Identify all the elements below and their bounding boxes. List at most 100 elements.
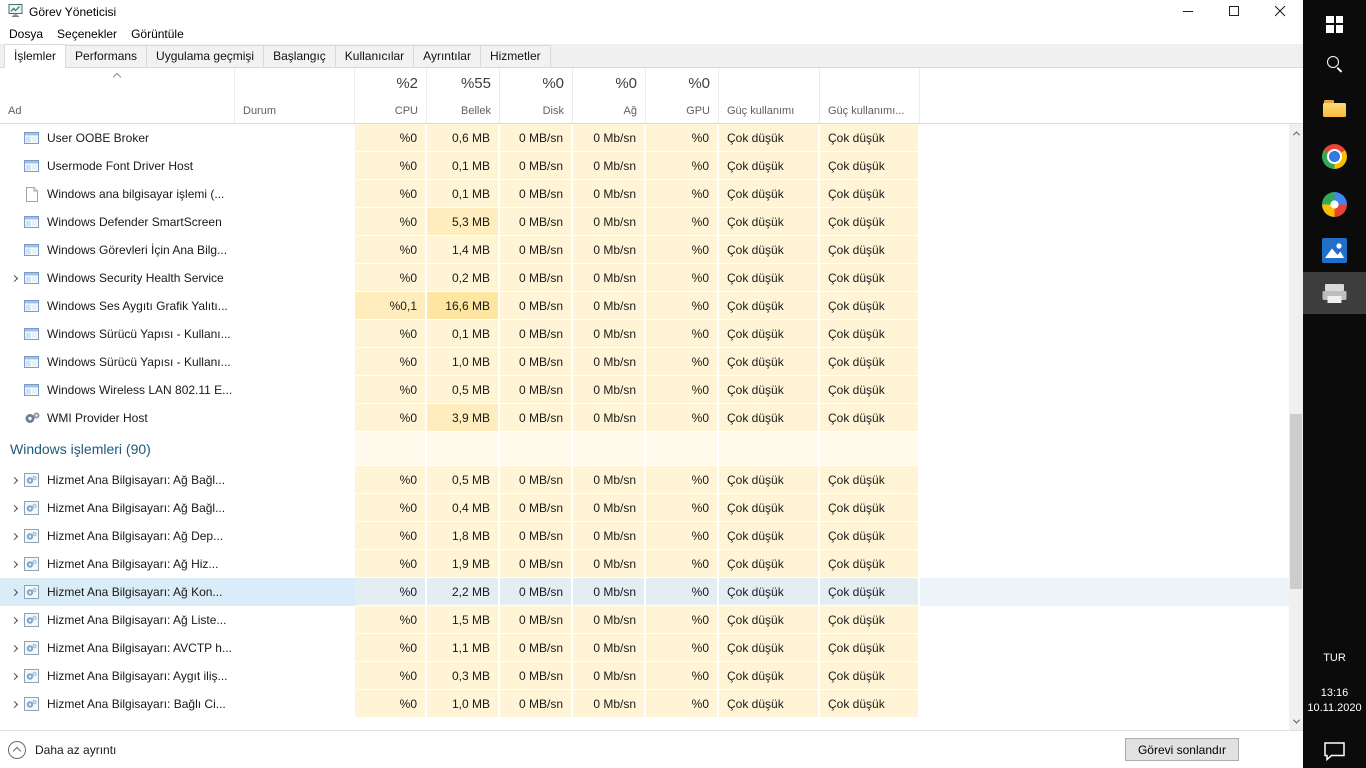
process-row[interactable]: Usermode Font Driver Host%00,1 MB0 MB/sn… (0, 152, 1303, 180)
column-header-status[interactable]: Durum (235, 68, 355, 123)
process-row[interactable]: WMI Provider Host%03,9 MB0 MB/sn0 Mb/sn%… (0, 404, 1303, 432)
tab-app-history[interactable]: Uygulama geçmişi (146, 45, 264, 68)
process-name-cell: Hizmet Ana Bilgisayarı: Ağ Hiz... (0, 550, 235, 578)
process-row[interactable]: Hizmet Ana Bilgisayarı: Ağ Liste...%01,5… (0, 606, 1303, 634)
taskbar-search-button[interactable] (1303, 44, 1366, 84)
power-cell: Çok düşük (719, 690, 820, 718)
column-header-power-trend[interactable]: Güç kullanımı... (820, 68, 920, 123)
expand-chevron-icon[interactable] (5, 478, 23, 483)
disk-cell: 0 MB/sn (500, 152, 573, 180)
memory-cell: 1,0 MB (427, 690, 500, 718)
process-row[interactable]: Hizmet Ana Bilgisayarı: Ağ Bağl...%00,4 … (0, 494, 1303, 522)
taskbar-chrome-button[interactable] (1303, 136, 1366, 176)
memory-cell: 1,5 MB (427, 606, 500, 634)
process-row[interactable]: Hizmet Ana Bilgisayarı: Ağ Hiz...%01,9 M… (0, 550, 1303, 578)
process-name-cell: Windows Defender SmartScreen (0, 208, 235, 236)
column-header-cpu[interactable]: %2 CPU (355, 68, 427, 123)
column-header-name[interactable]: Ad (0, 68, 235, 123)
expand-chevron-icon[interactable] (5, 276, 23, 281)
process-row[interactable]: Hizmet Ana Bilgisayarı: Bağlı Ci...%01,0… (0, 690, 1303, 718)
power-cell: Çok düşük (719, 152, 820, 180)
taskbar-photos-button[interactable] (1303, 230, 1366, 270)
process-row[interactable]: Windows ana bilgisayar işlemi (...%00,1 … (0, 180, 1303, 208)
expand-chevron-icon[interactable] (5, 534, 23, 539)
taskbar: TUR 13:16 10.11.2020 (1303, 0, 1366, 768)
cpu-cell: %0 (355, 320, 427, 348)
gpu-cell: %0 (646, 466, 719, 494)
expand-chevron-icon[interactable] (5, 506, 23, 511)
power-trend-cell: Çok düşük (820, 578, 920, 606)
menu-item-view[interactable]: Görüntüle (124, 27, 191, 41)
process-row[interactable]: Hizmet Ana Bilgisayarı: Ağ Kon...%02,2 M… (0, 578, 1303, 606)
process-name: Hizmet Ana Bilgisayarı: Ağ Hiz... (47, 557, 218, 571)
status-cell (235, 208, 355, 236)
network-cell: 0 Mb/sn (573, 404, 646, 432)
process-row[interactable]: Hizmet Ana Bilgisayarı: AVCTP h...%01,1 … (0, 634, 1303, 662)
menu-item-options[interactable]: Seçenekler (50, 27, 124, 41)
tab-processes[interactable]: İşlemler (4, 44, 66, 68)
expand-chevron-icon[interactable] (5, 646, 23, 651)
process-group-header[interactable]: Windows işlemleri (90) (0, 432, 1303, 466)
column-header-gpu[interactable]: %0 GPU (646, 68, 719, 123)
status-cell (235, 466, 355, 494)
tab-users[interactable]: Kullanıcılar (335, 45, 414, 68)
expand-chevron-icon[interactable] (5, 618, 23, 623)
taskbar-clock[interactable]: 13:16 10.11.2020 (1303, 686, 1366, 716)
process-row[interactable]: User OOBE Broker%00,6 MB0 MB/sn0 Mb/sn%0… (0, 124, 1303, 152)
notifications-button[interactable] (1303, 741, 1366, 761)
tab-startup[interactable]: Başlangıç (263, 45, 336, 68)
process-row[interactable]: Hizmet Ana Bilgisayarı: Ağ Dep...%01,8 M… (0, 522, 1303, 550)
process-row[interactable]: Hizmet Ana Bilgisayarı: Ağ Bağl...%00,5 … (0, 466, 1303, 494)
column-header-power[interactable]: Güç kullanımı (719, 68, 820, 123)
close-button[interactable] (1257, 0, 1303, 23)
column-label: GPU (686, 105, 710, 117)
scroll-down-arrow-icon[interactable] (1289, 713, 1303, 729)
process-row[interactable]: Hizmet Ana Bilgisayarı: Aygıt iliş...%00… (0, 662, 1303, 690)
menu-item-file[interactable]: Dosya (2, 27, 50, 41)
process-row[interactable]: Windows Defender SmartScreen%05,3 MB0 MB… (0, 208, 1303, 236)
cpu-cell: %0 (355, 180, 427, 208)
language-indicator[interactable]: TUR (1303, 652, 1366, 664)
process-row[interactable]: Windows Görevleri İçin Ana Bilg...%01,4 … (0, 236, 1303, 264)
end-task-button[interactable]: Görevi sonlandır (1125, 738, 1239, 761)
process-row[interactable]: Windows Security Health Service%00,2 MB0… (0, 264, 1303, 292)
process-row[interactable]: Windows Wireless LAN 802.11 E...%00,5 MB… (0, 376, 1303, 404)
column-header-network[interactable]: %0 Ağ (573, 68, 646, 123)
gpu-cell: %0 (646, 208, 719, 236)
scrollbar-thumb[interactable] (1290, 414, 1302, 589)
taskbar-file-explorer-button[interactable] (1303, 88, 1366, 128)
expand-chevron-icon[interactable] (5, 562, 23, 567)
expand-chevron-icon[interactable] (5, 674, 23, 679)
column-header-disk[interactable]: %0 Disk (500, 68, 573, 123)
vertical-scrollbar[interactable] (1289, 124, 1303, 730)
tab-services[interactable]: Hizmetler (480, 45, 551, 68)
minimize-button[interactable] (1165, 0, 1211, 23)
group-value-cell (646, 432, 719, 466)
process-row[interactable]: Windows Ses Aygıtı Grafik Yalıtı...%0,11… (0, 292, 1303, 320)
process-name-cell: User OOBE Broker (0, 124, 235, 152)
maximize-button[interactable] (1211, 0, 1257, 23)
power-cell: Çok düşük (719, 466, 820, 494)
power-trend-cell: Çok düşük (820, 376, 920, 404)
process-row[interactable]: Windows Sürücü Yapısı - Kullanı...%01,0 … (0, 348, 1303, 376)
memory-cell: 0,1 MB (427, 180, 500, 208)
folder-icon (1323, 100, 1346, 117)
scroll-up-arrow-icon[interactable] (1289, 125, 1303, 141)
tab-performance[interactable]: Performans (65, 45, 147, 68)
taskbar-google-app-button[interactable] (1303, 184, 1366, 224)
disk-cell: 0 MB/sn (500, 662, 573, 690)
app-window-icon (23, 327, 40, 341)
column-header-memory[interactable]: %55 Bellek (427, 68, 500, 123)
tab-details[interactable]: Ayrıntılar (413, 45, 481, 68)
expand-chevron-icon[interactable] (5, 702, 23, 707)
process-name: Hizmet Ana Bilgisayarı: Ağ Dep... (47, 529, 223, 543)
fewer-details-toggle[interactable]: Daha az ayrıntı (8, 741, 116, 759)
start-button[interactable] (1303, 4, 1366, 44)
row-filler (920, 180, 1303, 208)
app-window-icon (23, 215, 40, 229)
expand-chevron-icon[interactable] (5, 590, 23, 595)
taskbar-active-app-button[interactable] (1303, 272, 1366, 314)
row-filler (920, 432, 1303, 466)
process-row[interactable]: Windows Sürücü Yapısı - Kullanı...%00,1 … (0, 320, 1303, 348)
power-cell: Çok düşük (719, 180, 820, 208)
